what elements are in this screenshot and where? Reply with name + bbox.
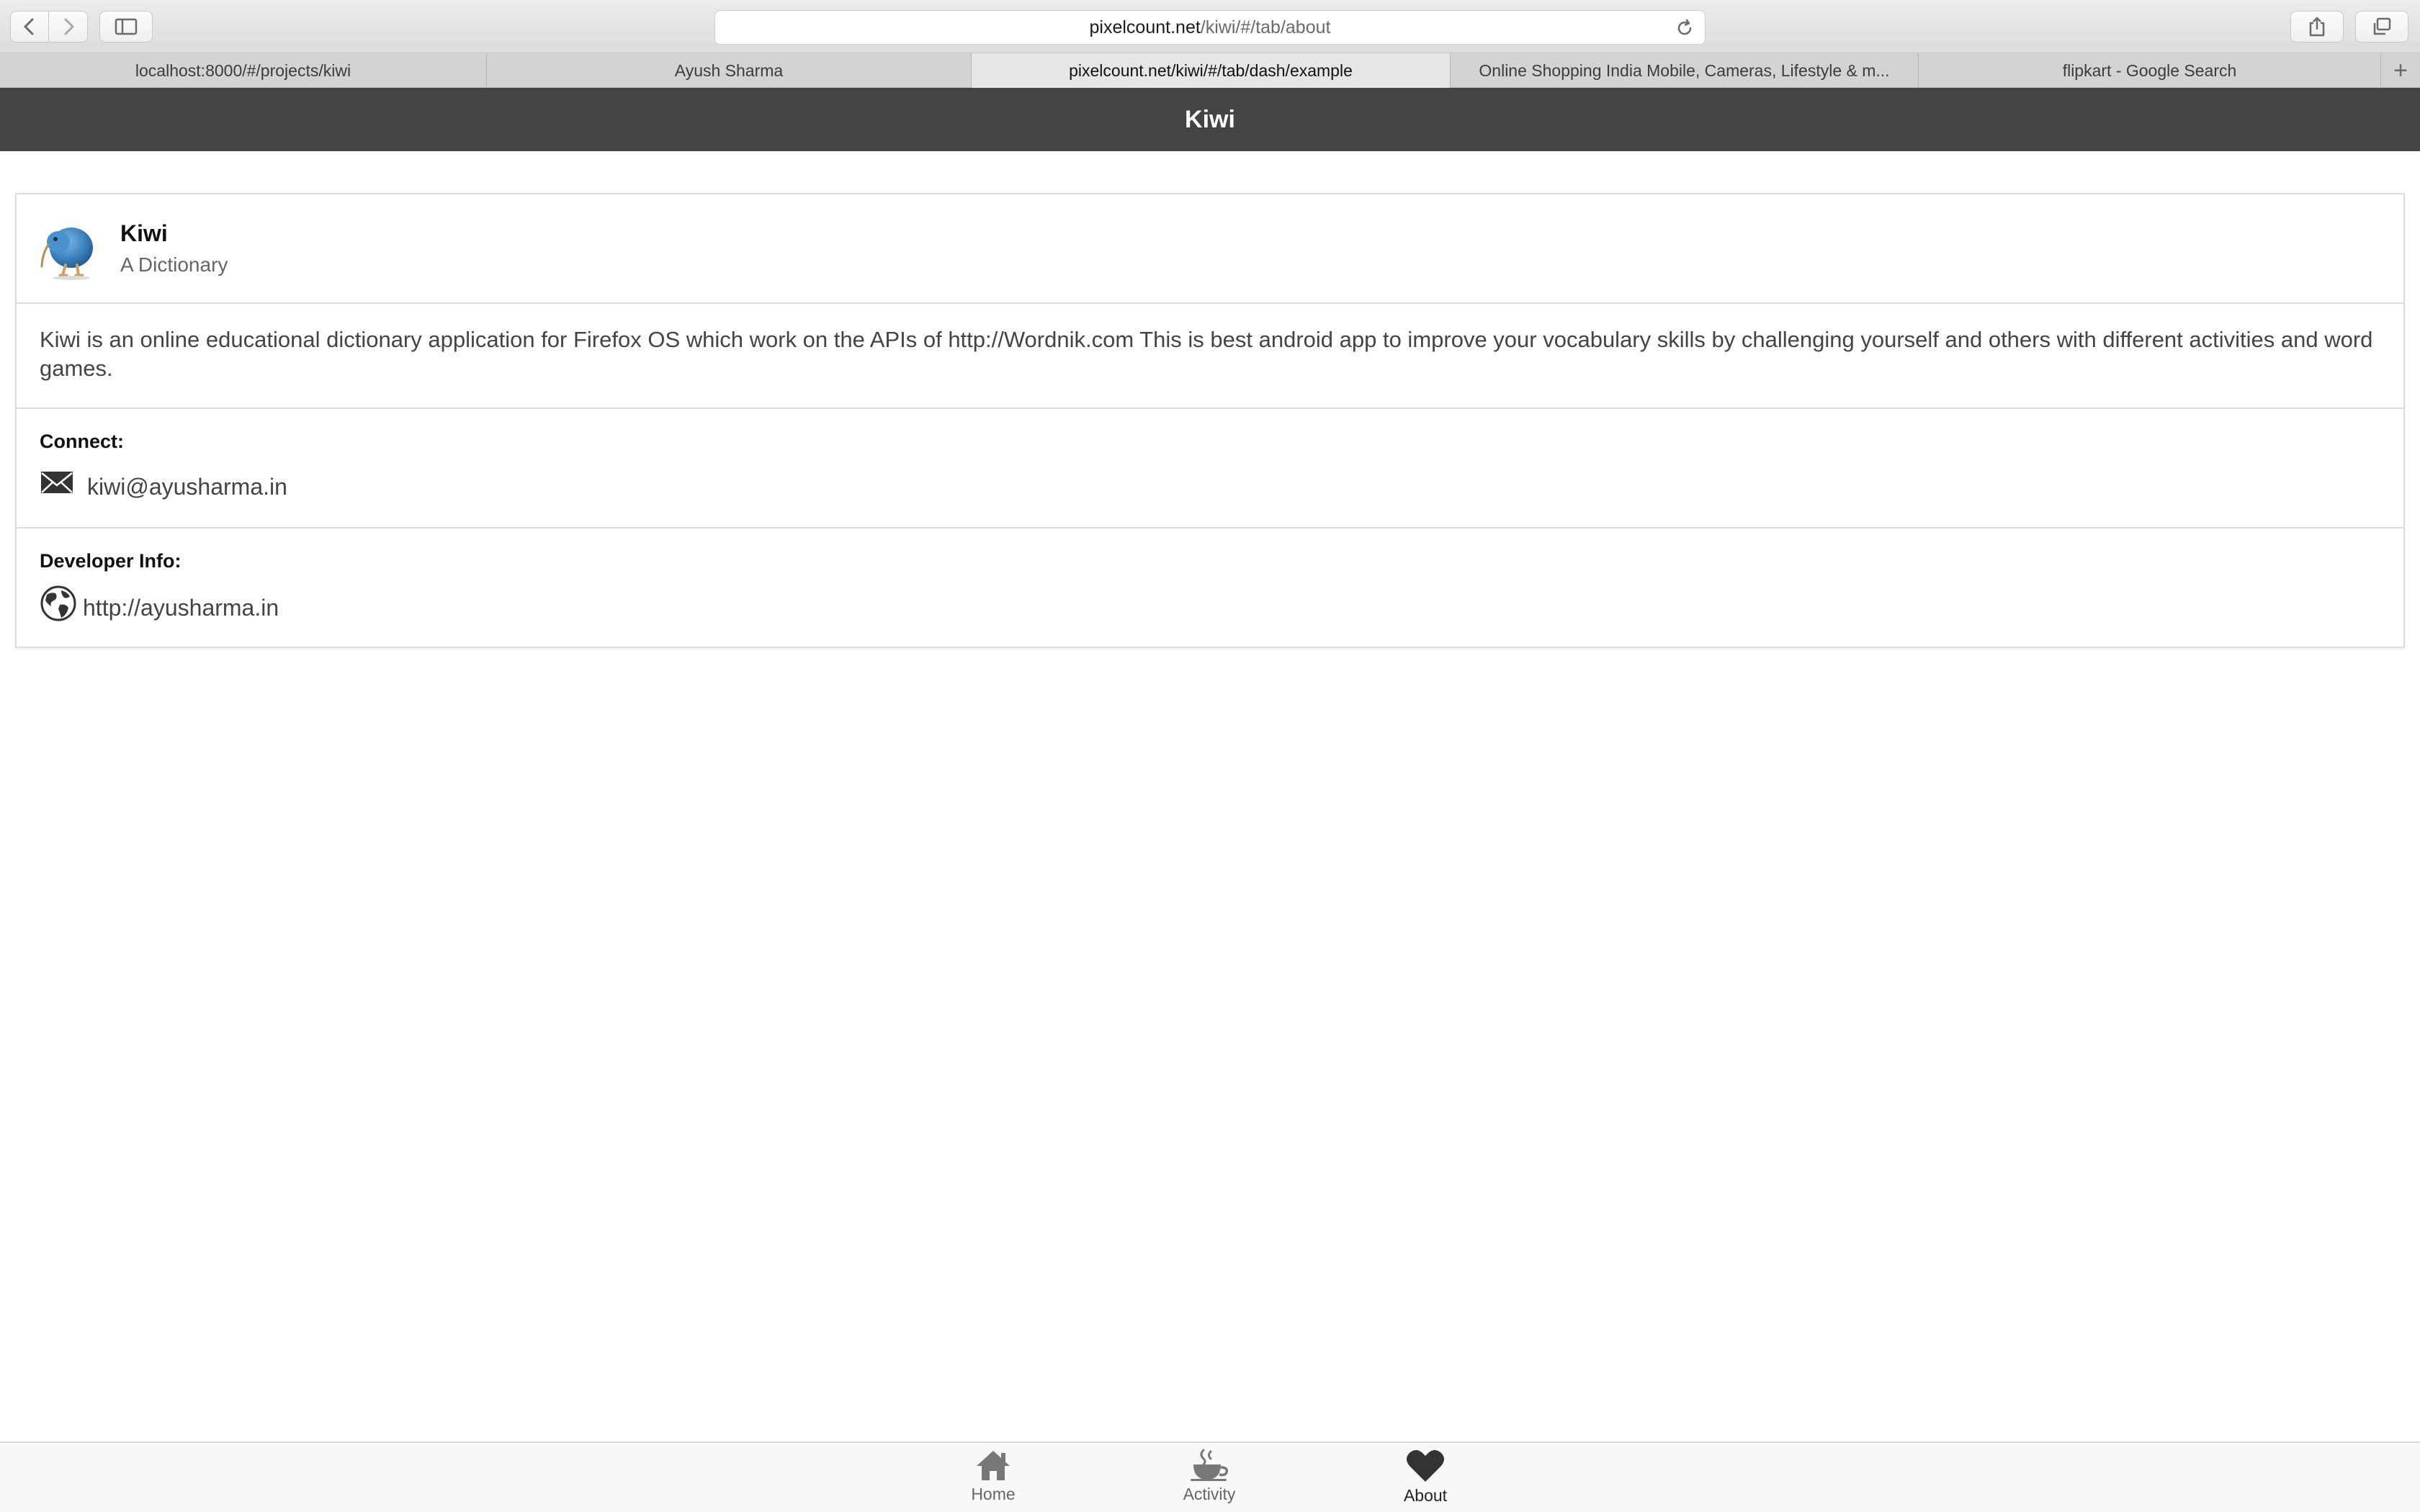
tab-activity-label: Activity <box>1183 1485 1236 1503</box>
heart-icon <box>1407 1450 1444 1482</box>
new-tab-button[interactable]: + <box>2381 53 2420 88</box>
tab-label: flipkart - Google Search <box>2062 60 2237 80</box>
forward-button[interactable] <box>49 11 88 42</box>
bottom-tab-bar: Home Activity About <box>0 1441 2420 1512</box>
tab-label: Online Shopping India Mobile, Cameras, L… <box>1479 60 1890 80</box>
connect-label: Connect: <box>40 431 124 452</box>
kiwi-bird-icon <box>40 228 93 280</box>
chevron-left-icon <box>24 18 34 35</box>
plus-icon: + <box>2393 56 2408 84</box>
tab-about[interactable]: About <box>1371 1449 1479 1512</box>
app-subtitle: A Dictionary <box>120 253 228 276</box>
tab-label: pixelcount.net/kiwi/#/tab/dash/example <box>1069 60 1353 80</box>
developer-row: Developer Info: http://ayusharma.in <box>17 528 2403 648</box>
description-row: Kiwi is an online educational dictionary… <box>17 304 2403 409</box>
developer-label: Developer Info: <box>40 550 182 572</box>
connect-row: Connect: kiwi@ayusharma.in <box>17 409 2403 528</box>
tab-activity[interactable]: Activity <box>1155 1449 1263 1512</box>
tab-home-label: Home <box>971 1485 1016 1503</box>
tab-label: localhost:8000/#/projects/kiwi <box>135 60 351 80</box>
show-tabs-button[interactable] <box>2355 11 2408 42</box>
browser-tab-ayush-sharma[interactable]: Ayush Sharma <box>487 53 972 88</box>
sidebar-icon <box>115 18 138 35</box>
page-title: Kiwi <box>1185 105 1235 133</box>
about-card: Kiwi A Dictionary Kiwi is an online educ… <box>15 193 2405 648</box>
history-buttons <box>10 11 88 42</box>
tab-about-label: About <box>1403 1486 1448 1505</box>
home-icon <box>977 1451 1010 1480</box>
browser-tab-online-shopping[interactable]: Online Shopping India Mobile, Cameras, L… <box>1451 53 1919 88</box>
back-button[interactable] <box>10 11 49 42</box>
developer-website-link[interactable]: http://ayusharma.in <box>83 595 279 621</box>
browser-tab-localhost[interactable]: localhost:8000/#/projects/kiwi <box>0 53 487 88</box>
app-description: Kiwi is an online educational dictionary… <box>40 327 2373 381</box>
share-button[interactable] <box>2290 11 2344 42</box>
browser-tab-pixelcount[interactable]: pixelcount.net/kiwi/#/tab/dash/example <box>972 53 1451 88</box>
app-info-row: Kiwi A Dictionary <box>17 194 2403 304</box>
reload-icon <box>1677 19 1692 35</box>
tab-home[interactable]: Home <box>939 1449 1047 1512</box>
sidebar-toggle-button[interactable] <box>99 11 153 42</box>
coffee-icon <box>1191 1449 1229 1481</box>
envelope-icon <box>41 472 73 493</box>
url-path: /kiwi/#/tab/about <box>1200 17 1331 37</box>
globe-icon <box>40 585 76 621</box>
url-host: pixelcount.net <box>1089 17 1201 37</box>
share-icon <box>2309 17 2325 37</box>
tab-label: Ayush Sharma <box>674 60 784 80</box>
browser-tab-bar: localhost:8000/#/projects/kiwi Ayush Sha… <box>0 53 2420 88</box>
browser-tab-flipkart-search[interactable]: flipkart - Google Search <box>1919 53 2381 88</box>
chevron-right-icon <box>64 18 73 35</box>
address-bar[interactable]: pixelcount.net/kiwi/#/tab/about <box>714 10 1706 45</box>
app-name: Kiwi <box>120 220 168 246</box>
browser-toolbar: pixelcount.net/kiwi/#/tab/about <box>0 0 2420 53</box>
reload-button[interactable] <box>1675 18 1695 43</box>
contact-email-link[interactable]: kiwi@ayusharma.in <box>87 474 287 500</box>
app-header: Kiwi <box>0 88 2420 151</box>
tabs-overview-icon <box>2373 17 2391 35</box>
